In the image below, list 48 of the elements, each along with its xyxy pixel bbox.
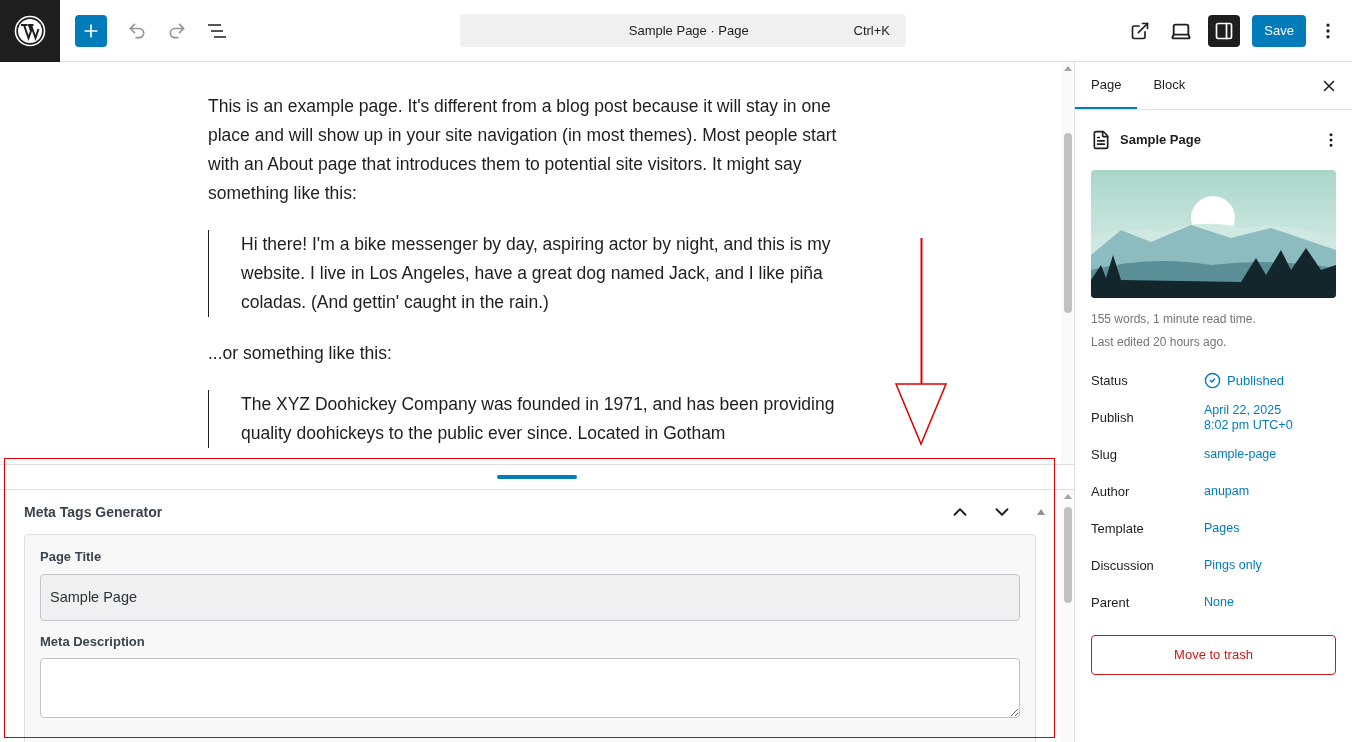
field-label: Status bbox=[1091, 371, 1129, 390]
collapse-toggle-icon[interactable] bbox=[1037, 509, 1045, 515]
settings-toggle[interactable] bbox=[1208, 14, 1241, 47]
input-field[interactable]: Sample Page bbox=[40, 573, 1020, 621]
field-value-link[interactable]: April 22, 2025 8:02 pm UTC+0 bbox=[1204, 402, 1293, 433]
field-value-link[interactable]: None bbox=[1204, 595, 1234, 610]
command-bar[interactable]: Sample Page · Page Ctrl+K bbox=[460, 14, 906, 47]
paragraph: This is an example page. It's different from a blog post because it will stay in one place and will show up in your site navigation (in most themes). Most people start with an About page that introduces them to potential site visitors. It might say something like this: bbox=[208, 95, 838, 205]
field-value-link[interactable]: Pings only bbox=[1204, 558, 1262, 573]
document-title: Sample Page · Page bbox=[627, 21, 750, 40]
page-meta-text: Last edited 20 hours ago. bbox=[1091, 334, 1228, 351]
scrollbar[interactable] bbox=[1061, 490, 1074, 742]
site-logo-button[interactable] bbox=[0, 0, 60, 62]
metabox-title: Meta Tags Generator bbox=[24, 502, 164, 522]
page-title: Sample Page bbox=[1120, 131, 1202, 150]
external-link-icon[interactable] bbox=[1130, 20, 1151, 41]
sidebar-tab[interactable]: Page bbox=[1075, 62, 1138, 109]
field-value-link[interactable]: anupam bbox=[1204, 484, 1250, 499]
scrollbar[interactable] bbox=[1061, 62, 1074, 464]
sidebar-panel-icon bbox=[1214, 20, 1235, 41]
trash-button[interactable]: Move to trash bbox=[1091, 635, 1336, 675]
add-block-button[interactable] bbox=[75, 14, 107, 47]
undo-icon[interactable] bbox=[127, 20, 147, 41]
field-label: Meta Description bbox=[40, 632, 146, 651]
shortcut-hint: Ctrl+K bbox=[853, 21, 890, 40]
field-label: Slug bbox=[1091, 445, 1119, 464]
list-view-icon[interactable] bbox=[207, 23, 227, 38]
sidebar-tab[interactable]: Block bbox=[1137, 62, 1202, 109]
redo-icon[interactable] bbox=[167, 20, 187, 41]
quote-text: The XYZ Doohickey Company was founded in 1971, and has been providing quality doohickeys to the public ever since. Located in Gotham bbox=[241, 393, 836, 445]
paragraph: ...or something like this: bbox=[208, 342, 393, 365]
wordpress-logo[interactable] bbox=[14, 14, 46, 47]
field-label: Discussion bbox=[1091, 556, 1155, 575]
save-button[interactable]: Save bbox=[1252, 14, 1306, 47]
page-icon bbox=[1091, 130, 1111, 150]
field-label: Template bbox=[1091, 519, 1145, 538]
field-label: Publish bbox=[1091, 408, 1135, 427]
resize-handle[interactable] bbox=[497, 475, 577, 479]
status-link[interactable]: Published bbox=[1204, 370, 1285, 391]
field-value-link[interactable]: Pages bbox=[1204, 521, 1240, 536]
field-label: Parent bbox=[1091, 593, 1131, 612]
check-circle-icon bbox=[1204, 372, 1221, 389]
quote-block[interactable]: The XYZ Doohickey Company was founded in 1971, and has been providing quality doohickeys to the public ever since. Located in Gotham bbox=[208, 390, 848, 448]
field-value-link[interactable]: sample-page bbox=[1204, 447, 1277, 462]
field-label: Page Title bbox=[40, 548, 103, 566]
textarea-field[interactable] bbox=[40, 658, 1020, 718]
page-meta-text: 155 words, 1 minute read time. bbox=[1091, 311, 1257, 328]
field-label: Author bbox=[1091, 482, 1131, 501]
